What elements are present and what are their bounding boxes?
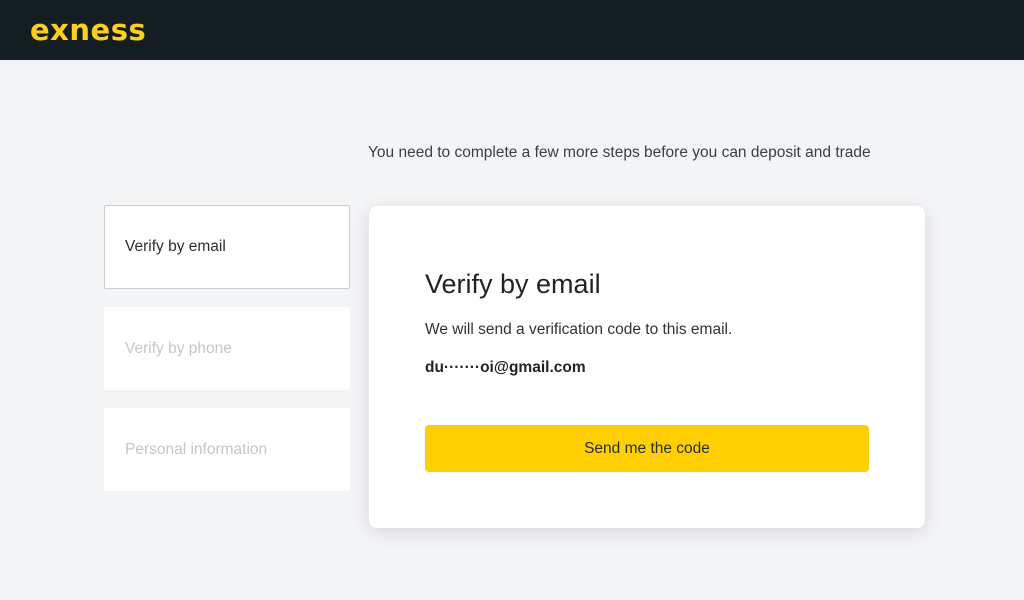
- step-verify-phone[interactable]: Verify by phone: [104, 307, 350, 390]
- steps-notice: You need to complete a few more steps be…: [368, 144, 871, 161]
- step-label: Verify by phone: [125, 339, 232, 357]
- exness-logo[interactable]: exness: [30, 12, 146, 48]
- send-code-button[interactable]: Send me the code: [425, 425, 869, 472]
- card-title: Verify by email: [425, 269, 601, 299]
- masked-email: du·······oi@gmail.com: [425, 359, 586, 376]
- verification-steps-list: Verify by email Verify by phone Personal…: [104, 205, 350, 509]
- card-description: We will send a verification code to this…: [425, 321, 733, 338]
- verify-email-card: Verify by email We will send a verificat…: [369, 206, 925, 528]
- step-label: Personal information: [125, 440, 268, 458]
- step-personal-information[interactable]: Personal information: [104, 408, 350, 491]
- top-bar: exness: [0, 0, 1024, 60]
- step-verify-email[interactable]: Verify by email: [104, 205, 350, 289]
- step-label: Verify by email: [125, 238, 226, 255]
